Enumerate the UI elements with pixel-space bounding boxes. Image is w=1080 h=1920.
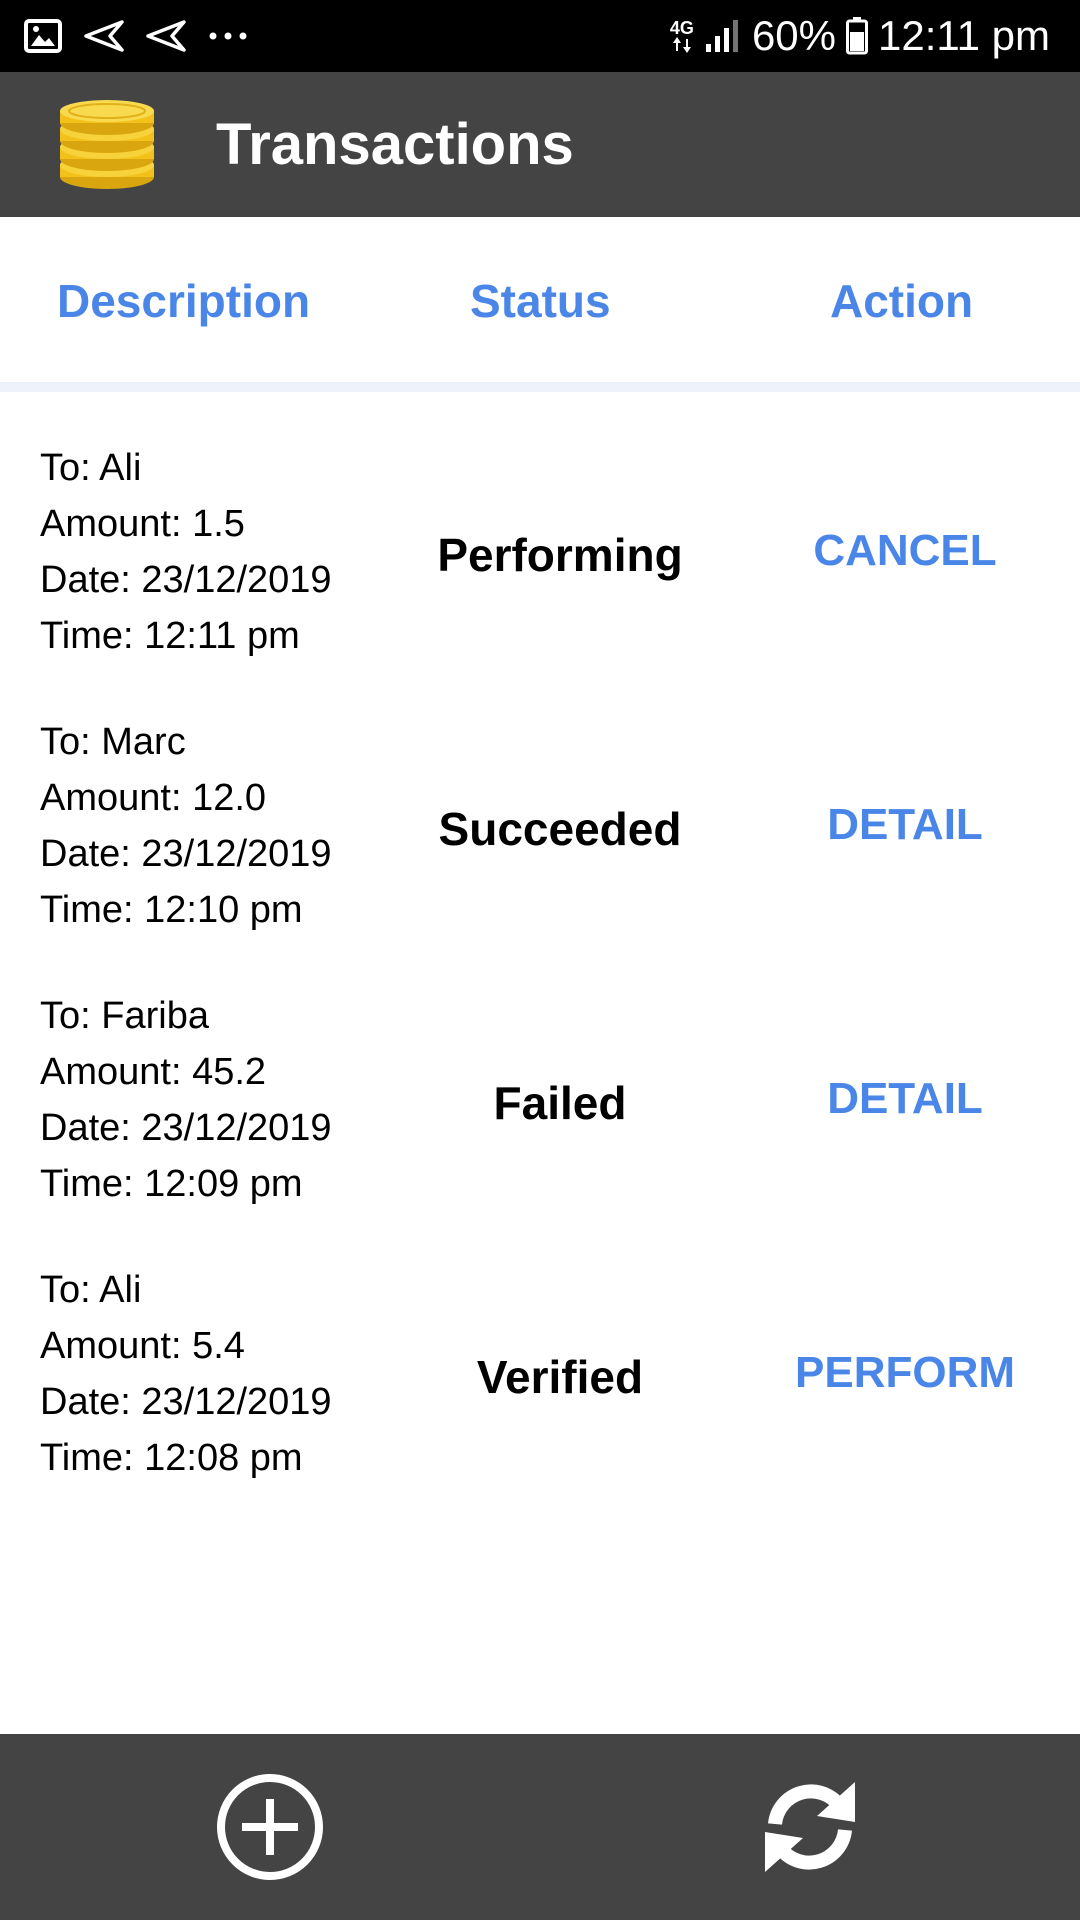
amount: Amount: 1.5 <box>40 503 245 545</box>
table-header: Description Status Action <box>0 217 1080 382</box>
send-icon <box>84 20 124 52</box>
transaction-status: Succeeded <box>438 803 682 855</box>
add-transaction-button[interactable] <box>215 1772 325 1882</box>
page-title: Transactions <box>216 112 574 177</box>
transaction-description: To: Ali Amount: 5.4 Date: 23/12/2019 Tim… <box>40 1262 400 1486</box>
transaction-description: To: Marc Amount: 12.0 Date: 23/12/2019 T… <box>40 714 400 938</box>
transaction-row: To: Fariba Amount: 45.2 Date: 23/12/2019… <box>0 988 1080 1262</box>
time: Time: 12:11 pm <box>40 615 300 657</box>
amount: Amount: 45.2 <box>40 1051 267 1093</box>
transaction-status: Performing <box>437 529 683 581</box>
date: Date: 23/12/2019 <box>40 1381 332 1423</box>
add-circle-icon <box>217 1774 323 1880</box>
signal-icon <box>705 20 738 52</box>
network-type: 4G <box>669 18 694 38</box>
recipient: To: Marc <box>40 721 186 763</box>
transaction-status: Verified <box>476 1351 644 1403</box>
amount: Amount: 5.4 <box>40 1325 245 1367</box>
recipient: To: Fariba <box>40 995 209 1037</box>
recipient: To: Ali <box>40 1269 142 1311</box>
transaction-row: To: Ali Amount: 1.5 Date: 23/12/2019 Tim… <box>0 440 1080 714</box>
amount: Amount: 12.0 <box>40 777 267 819</box>
refresh-icon <box>765 1782 855 1872</box>
perform-button[interactable]: PERFORM <box>740 1348 1070 1398</box>
status-bar-system: 4G 60% 12:11 pm <box>670 0 1050 72</box>
recipient: To: Ali <box>40 447 142 489</box>
more-dots-icon <box>209 32 247 40</box>
transaction-status: Failed <box>493 1077 627 1129</box>
data-arrows-icon <box>672 37 691 53</box>
coins-icon <box>60 100 154 189</box>
column-header-description: Description <box>57 275 311 327</box>
cancel-button[interactable]: CANCEL <box>740 526 1070 576</box>
refresh-button[interactable] <box>755 1772 865 1882</box>
detail-button[interactable]: DETAIL <box>740 800 1070 850</box>
column-header-action: Action <box>830 275 974 327</box>
time: Time: 12:09 pm <box>40 1163 303 1205</box>
app-toolbar: Transactions <box>0 72 1080 217</box>
time: Time: 12:10 pm <box>40 889 303 931</box>
date: Date: 23/12/2019 <box>40 833 332 875</box>
column-header-status: Status <box>470 275 611 327</box>
detail-button[interactable]: DETAIL <box>740 1074 1070 1124</box>
header-divider <box>0 382 1080 392</box>
bottom-action-bar <box>0 1734 1080 1920</box>
transaction-description: To: Fariba Amount: 45.2 Date: 23/12/2019… <box>40 988 400 1212</box>
battery-icon <box>846 17 868 55</box>
clock: 12:11 pm <box>878 12 1050 59</box>
date: Date: 23/12/2019 <box>40 1107 332 1149</box>
image-icon <box>24 19 62 53</box>
transaction-row: To: Ali Amount: 5.4 Date: 23/12/2019 Tim… <box>0 1262 1080 1536</box>
send-icon <box>146 20 186 52</box>
transaction-description: To: Ali Amount: 1.5 Date: 23/12/2019 Tim… <box>40 440 400 664</box>
transaction-row: To: Marc Amount: 12.0 Date: 23/12/2019 T… <box>0 714 1080 988</box>
time: Time: 12:08 pm <box>40 1437 303 1479</box>
battery-percentage: 60% <box>751 12 836 59</box>
status-bar-notifications <box>24 0 248 72</box>
status-bar: 4G 60% 12:11 pm <box>0 0 1080 72</box>
date: Date: 23/12/2019 <box>40 559 332 601</box>
